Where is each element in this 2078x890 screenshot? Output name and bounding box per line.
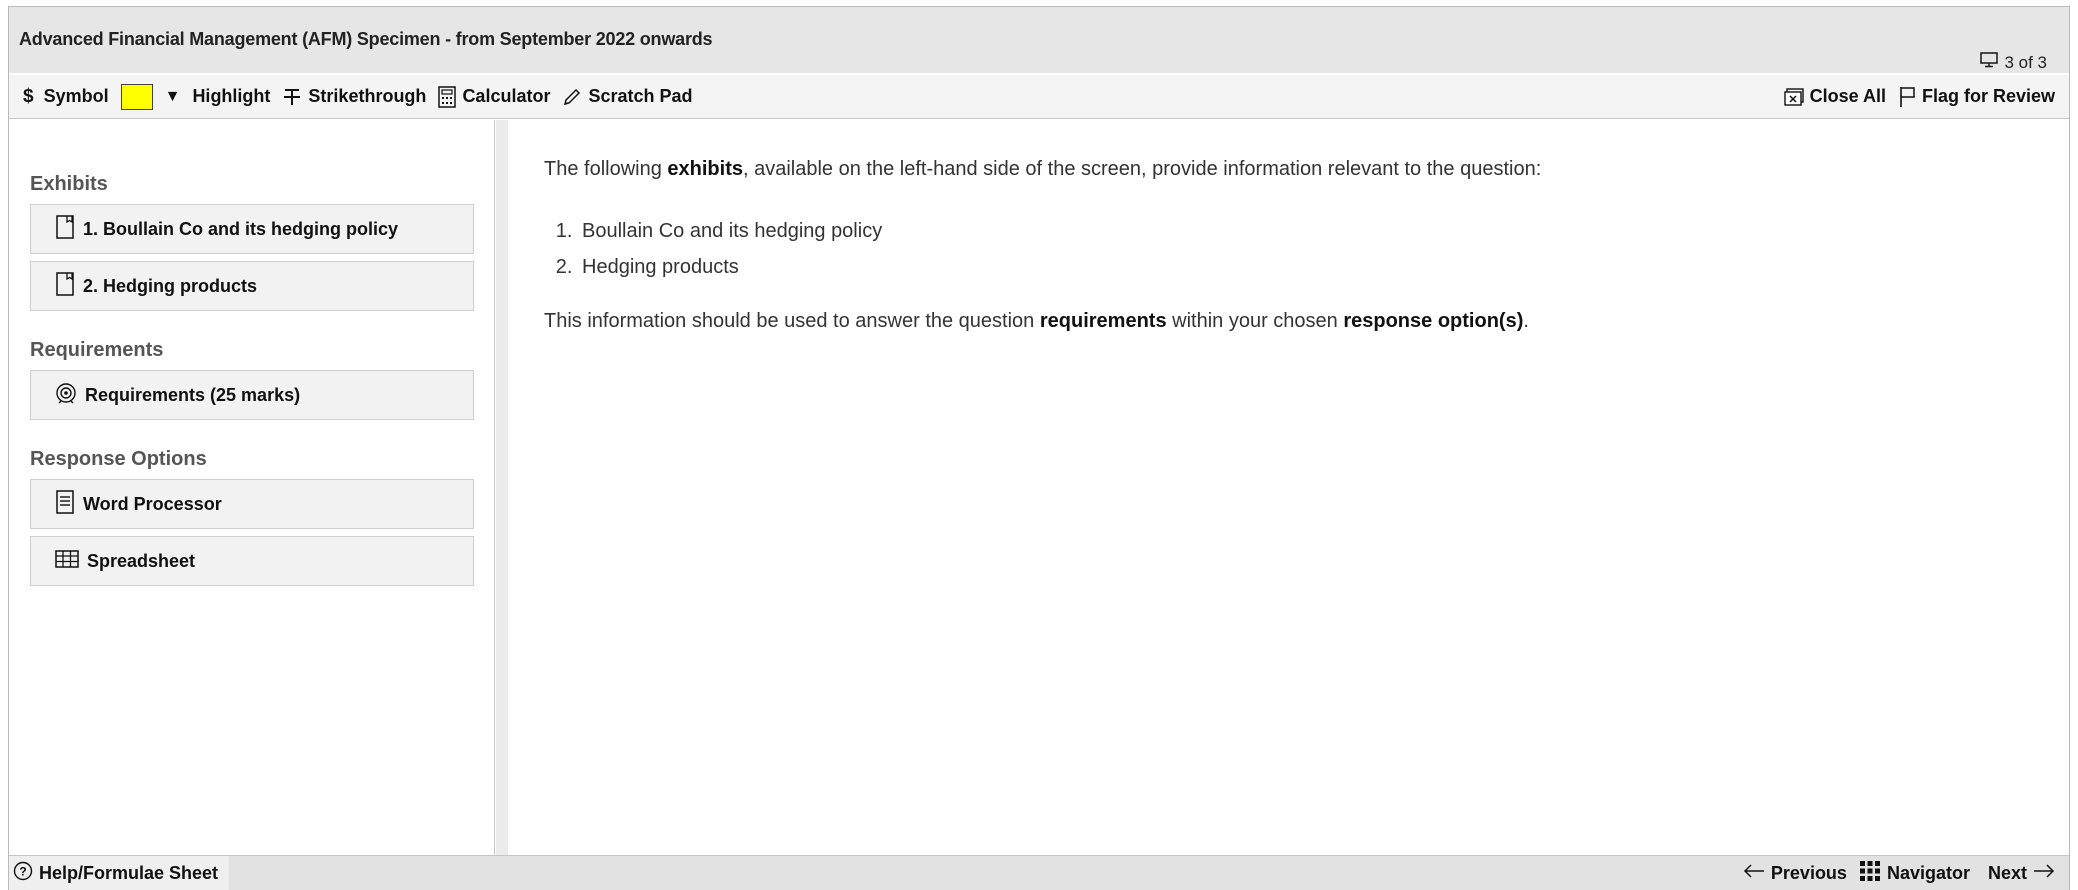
instruction-text-mid: within your chosen	[1166, 310, 1344, 332]
symbol-button[interactable]: $ Symbol	[23, 86, 109, 108]
document-icon	[55, 214, 75, 244]
document-icon	[55, 271, 75, 301]
instruction-text-start: This information should be used to answe…	[544, 310, 1040, 332]
title-bar: Advanced Financial Management (AFM) Spec…	[9, 7, 2069, 73]
left-panel: Exhibits 1. Boullain Co and its hedging …	[9, 120, 495, 855]
toolbar: $ Symbol ▼ Highlight Strikethrough Calcu…	[9, 75, 2069, 119]
scratch-pad-button[interactable]: Scratch Pad	[562, 86, 693, 107]
arrow-right-icon	[2033, 863, 2055, 884]
instruction-bold-requirements: requirements	[1039, 310, 1167, 332]
exhibit-label-2: 2. Hedging products	[83, 275, 258, 296]
bottom-bar: ? Help/Formulae Sheet Previous Navigator…	[9, 855, 2069, 890]
dollar-icon: $	[23, 85, 34, 107]
intro-text-start: The following	[544, 158, 668, 180]
monitor-icon	[1980, 52, 1999, 73]
word-processor-button[interactable]: Word Processor	[30, 479, 474, 529]
requirements-label: Requirements (25 marks)	[85, 384, 301, 405]
question-counter-text: 3 of 3	[2004, 52, 2047, 72]
response-options-heading: Response Options	[30, 448, 207, 470]
instruction-bold-response: response option(s)	[1343, 310, 1524, 332]
exhibit-list-item-1: Boullain Co and its hedging policy	[578, 213, 2069, 249]
exam-window: Advanced Financial Management (AFM) Spec…	[8, 6, 2070, 890]
target-icon	[55, 382, 77, 409]
requirements-button[interactable]: Requirements (25 marks)	[30, 370, 474, 420]
close-window-icon	[1783, 87, 1804, 106]
previous-button[interactable]: Previous	[1743, 863, 1847, 884]
help-formulae-button[interactable]: ? Help/Formulae Sheet	[9, 856, 229, 890]
flag-label: Flag for Review	[1921, 86, 2055, 106]
calculator-button[interactable]: Calculator	[438, 85, 551, 108]
strikethrough-icon	[282, 87, 302, 107]
question-content: The following exhibits, available on the…	[508, 120, 2069, 855]
intro-text-end: , available on the left-hand side of the…	[742, 158, 1542, 180]
exhibits-heading: Exhibits	[30, 173, 108, 195]
spreadsheet-button[interactable]: Spreadsheet	[30, 536, 474, 586]
arrow-left-icon	[1743, 863, 1765, 884]
symbol-label: Symbol	[43, 86, 109, 106]
spreadsheet-icon	[55, 549, 79, 574]
word-processor-icon	[55, 489, 75, 519]
svg-text:?: ?	[19, 865, 26, 879]
exhibit-button-1[interactable]: 1. Boullain Co and its hedging policy	[30, 204, 474, 254]
exhibit-list-item-2: Hedging products	[578, 249, 2069, 285]
panel-splitter[interactable]	[496, 120, 508, 855]
flag-for-review-button[interactable]: Flag for Review	[1898, 86, 2055, 108]
previous-label: Previous	[1770, 863, 1847, 883]
word-processor-label: Word Processor	[83, 493, 222, 514]
exhibit-button-2[interactable]: 2. Hedging products	[30, 261, 474, 311]
intro-bold-exhibits: exhibits	[667, 158, 743, 180]
help-label: Help/Formulae Sheet	[39, 863, 219, 883]
highlight-label: Highlight	[192, 86, 271, 106]
strikethrough-button[interactable]: Strikethrough	[282, 86, 426, 107]
navigator-label: Navigator	[1886, 863, 1970, 883]
instruction-paragraph: This information should be used to answe…	[544, 307, 2069, 335]
exhibit-label-1: 1. Boullain Co and its hedging policy	[83, 218, 399, 239]
calculator-label: Calculator	[462, 86, 551, 106]
close-all-button[interactable]: Close All	[1783, 86, 1886, 107]
next-label: Next	[1987, 863, 2027, 883]
exam-title: Advanced Financial Management (AFM) Spec…	[19, 29, 713, 49]
close-all-label: Close All	[1809, 86, 1886, 106]
question-counter: 3 of 3	[1980, 52, 2047, 73]
flag-icon	[1898, 86, 1916, 108]
next-button[interactable]: Next	[1988, 863, 2055, 884]
navigator-button[interactable]: Navigator	[1859, 860, 1970, 887]
instruction-text-end: .	[1523, 310, 1529, 332]
pencil-icon	[562, 87, 582, 107]
requirements-heading: Requirements	[30, 339, 164, 361]
highlight-color-swatch[interactable]	[120, 83, 153, 110]
highlight-button[interactable]: Highlight	[192, 86, 270, 107]
spreadsheet-label: Spreadsheet	[87, 550, 196, 571]
strikethrough-label: Strikethrough	[308, 86, 427, 106]
scratch-pad-label: Scratch Pad	[588, 86, 693, 106]
grid-icon	[1859, 860, 1881, 887]
help-icon: ?	[13, 861, 33, 886]
intro-paragraph: The following exhibits, available on the…	[544, 155, 2069, 183]
caret-down-icon[interactable]: ▼	[165, 88, 181, 106]
calculator-icon	[438, 85, 457, 108]
exhibit-list: Boullain Co and its hedging policy Hedgi…	[544, 213, 2069, 285]
